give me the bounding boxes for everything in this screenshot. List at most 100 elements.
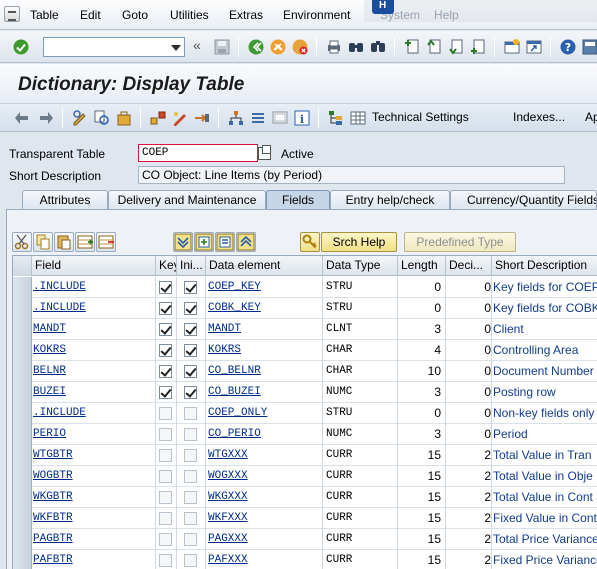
select-all-corner[interactable] [13, 256, 32, 276]
table-row[interactable]: KOKRS KOKRS CHAR 4 0 Controlling Area [13, 340, 597, 361]
column-header-length[interactable]: Length [398, 256, 446, 276]
table-row[interactable]: BELNR CO_BELNR CHAR 10 0 Document Number [13, 361, 597, 382]
navigation-stack-icon[interactable] [250, 110, 266, 126]
table-row[interactable]: PAGBTR PAGXXX CURR 15 2 Total Price Variance [13, 529, 597, 550]
initial-values-checkbox[interactable] [184, 323, 197, 336]
data-element[interactable]: COEP_ONLY [208, 407, 267, 419]
row-selector[interactable] [13, 277, 32, 298]
data-element[interactable]: COEP_KEY [208, 281, 261, 293]
menu-goto[interactable]: Goto [122, 8, 148, 22]
tab-currency-quantity-fields[interactable]: Currency/Quantity Fields [450, 190, 597, 210]
technical-settings-button[interactable]: Technical Settings [372, 110, 469, 124]
key-checkbox[interactable] [159, 470, 172, 483]
expand-button[interactable] [173, 232, 193, 252]
transport-icon[interactable] [194, 110, 210, 126]
collapse-icon[interactable]: « [193, 37, 209, 53]
field-name[interactable]: WTGBTR [33, 449, 73, 461]
field-name[interactable]: WKFBTR [33, 512, 73, 524]
key-icon-button[interactable] [300, 232, 320, 252]
next-page-icon[interactable] [448, 39, 464, 55]
copy-row-button[interactable] [33, 232, 53, 252]
table-row[interactable]: .INCLUDE COBK_KEY STRU 0 0 Key fields for COB… [13, 298, 597, 319]
data-element[interactable]: COBK_KEY [208, 302, 261, 314]
tab-attributes[interactable]: Attributes [22, 190, 108, 210]
key-checkbox[interactable] [159, 407, 172, 420]
data-element[interactable]: CO_BUZEI [208, 386, 261, 398]
row-selector[interactable] [13, 487, 32, 508]
table-row[interactable]: WOGBTR WOGXXX CURR 15 2 Total Value in Obje [13, 466, 597, 487]
data-element[interactable]: CO_BELNR [208, 365, 261, 377]
menu-extras[interactable]: Extras [229, 8, 263, 22]
key-checkbox[interactable] [159, 554, 172, 567]
key-checkbox[interactable] [159, 491, 172, 504]
data-element[interactable]: WTGXXX [208, 449, 248, 461]
key-checkbox[interactable] [159, 512, 172, 525]
tab-fields[interactable]: Fields [266, 190, 330, 210]
row-selector[interactable] [13, 382, 32, 403]
value-help-icon[interactable] [258, 145, 271, 160]
table-row[interactable]: WKGBTR WKGXXX CURR 15 2 Total Value in Cont [13, 487, 597, 508]
table-grid-icon[interactable] [350, 110, 366, 126]
short-description-field[interactable]: CO Object: Line Items (by Period) [138, 166, 565, 184]
edit-pencil-icon[interactable] [172, 110, 188, 126]
initial-values-checkbox[interactable] [184, 344, 197, 357]
field-name[interactable]: WKGBTR [33, 491, 73, 503]
where-used-icon[interactable] [150, 110, 166, 126]
table-row[interactable]: .INCLUDE COEP_KEY STRU 0 0 Key fields for COE… [13, 277, 597, 298]
row-selector[interactable] [13, 298, 32, 319]
delete-row-button[interactable] [96, 232, 116, 252]
data-element[interactable]: WKGXXX [208, 491, 248, 503]
show-rows-button[interactable] [215, 232, 235, 252]
column-header-data-type[interactable]: Data Type [323, 256, 398, 276]
initial-values-checkbox[interactable] [184, 533, 197, 546]
collapse-button[interactable] [236, 232, 256, 252]
row-selector[interactable] [13, 319, 32, 340]
data-element[interactable]: CO_PERIO [208, 428, 261, 440]
tree-icon[interactable] [328, 110, 344, 126]
initial-values-checkbox[interactable] [184, 470, 197, 483]
table-row[interactable]: WKFBTR WKFXXX CURR 15 2 Fixed Value in Cont [13, 508, 597, 529]
data-element[interactable]: WKFXXX [208, 512, 248, 524]
row-selector[interactable] [13, 466, 32, 487]
menu-table[interactable]: Table [30, 8, 59, 22]
table-name-field[interactable]: COEP [138, 144, 258, 162]
field-name[interactable]: PAFBTR [33, 554, 73, 566]
find-icon[interactable] [348, 39, 364, 55]
system-menu-icon[interactable] [4, 6, 20, 22]
paste-row-button[interactable] [54, 232, 74, 252]
column-header-field[interactable]: Field [32, 256, 156, 276]
table-row[interactable]: BUZEI CO_BUZEI NUMC 3 0 Posting row [13, 382, 597, 403]
field-name[interactable]: PERIO [33, 428, 66, 440]
layout-menu-icon[interactable] [582, 39, 597, 55]
data-element[interactable]: KOKRS [208, 344, 241, 356]
row-selector[interactable] [13, 529, 32, 550]
append-structure-button[interactable]: Ap [585, 110, 597, 124]
key-checkbox[interactable] [159, 428, 172, 441]
data-element[interactable]: PAGXXX [208, 533, 248, 545]
predefined-type-button[interactable]: Predefined Type [404, 232, 516, 252]
save-icon[interactable] [214, 39, 230, 55]
table-row[interactable]: MANDT MANDT CLNT 3 0 Client [13, 319, 597, 340]
menu-help[interactable]: Help [434, 8, 459, 22]
initial-values-checkbox[interactable] [184, 365, 197, 378]
menu-environment[interactable]: Environment [283, 8, 350, 22]
column-header-short-description[interactable]: Short Description [492, 256, 597, 276]
initial-values-checkbox[interactable] [184, 302, 197, 315]
row-selector[interactable] [13, 508, 32, 529]
key-checkbox[interactable] [159, 365, 172, 378]
arrow-left-icon[interactable] [14, 110, 30, 126]
cancel-icon[interactable] [292, 39, 308, 55]
info-icon[interactable]: i [294, 110, 310, 126]
column-header-key[interactable]: Key [156, 256, 177, 276]
indexes-button[interactable]: Indexes... [513, 110, 565, 124]
tab-delivery-maintenance[interactable]: Delivery and Maintenance [108, 190, 266, 210]
search-help-button[interactable]: Srch Help [321, 232, 397, 252]
initial-values-checkbox[interactable] [184, 407, 197, 420]
key-checkbox[interactable] [159, 281, 172, 294]
shortcut-icon[interactable] [526, 39, 542, 55]
key-checkbox[interactable] [159, 533, 172, 546]
field-name[interactable]: PAGBTR [33, 533, 73, 545]
row-selector[interactable] [13, 403, 32, 424]
initial-values-checkbox[interactable] [184, 491, 197, 504]
help-question-icon[interactable]: ? [560, 39, 576, 55]
